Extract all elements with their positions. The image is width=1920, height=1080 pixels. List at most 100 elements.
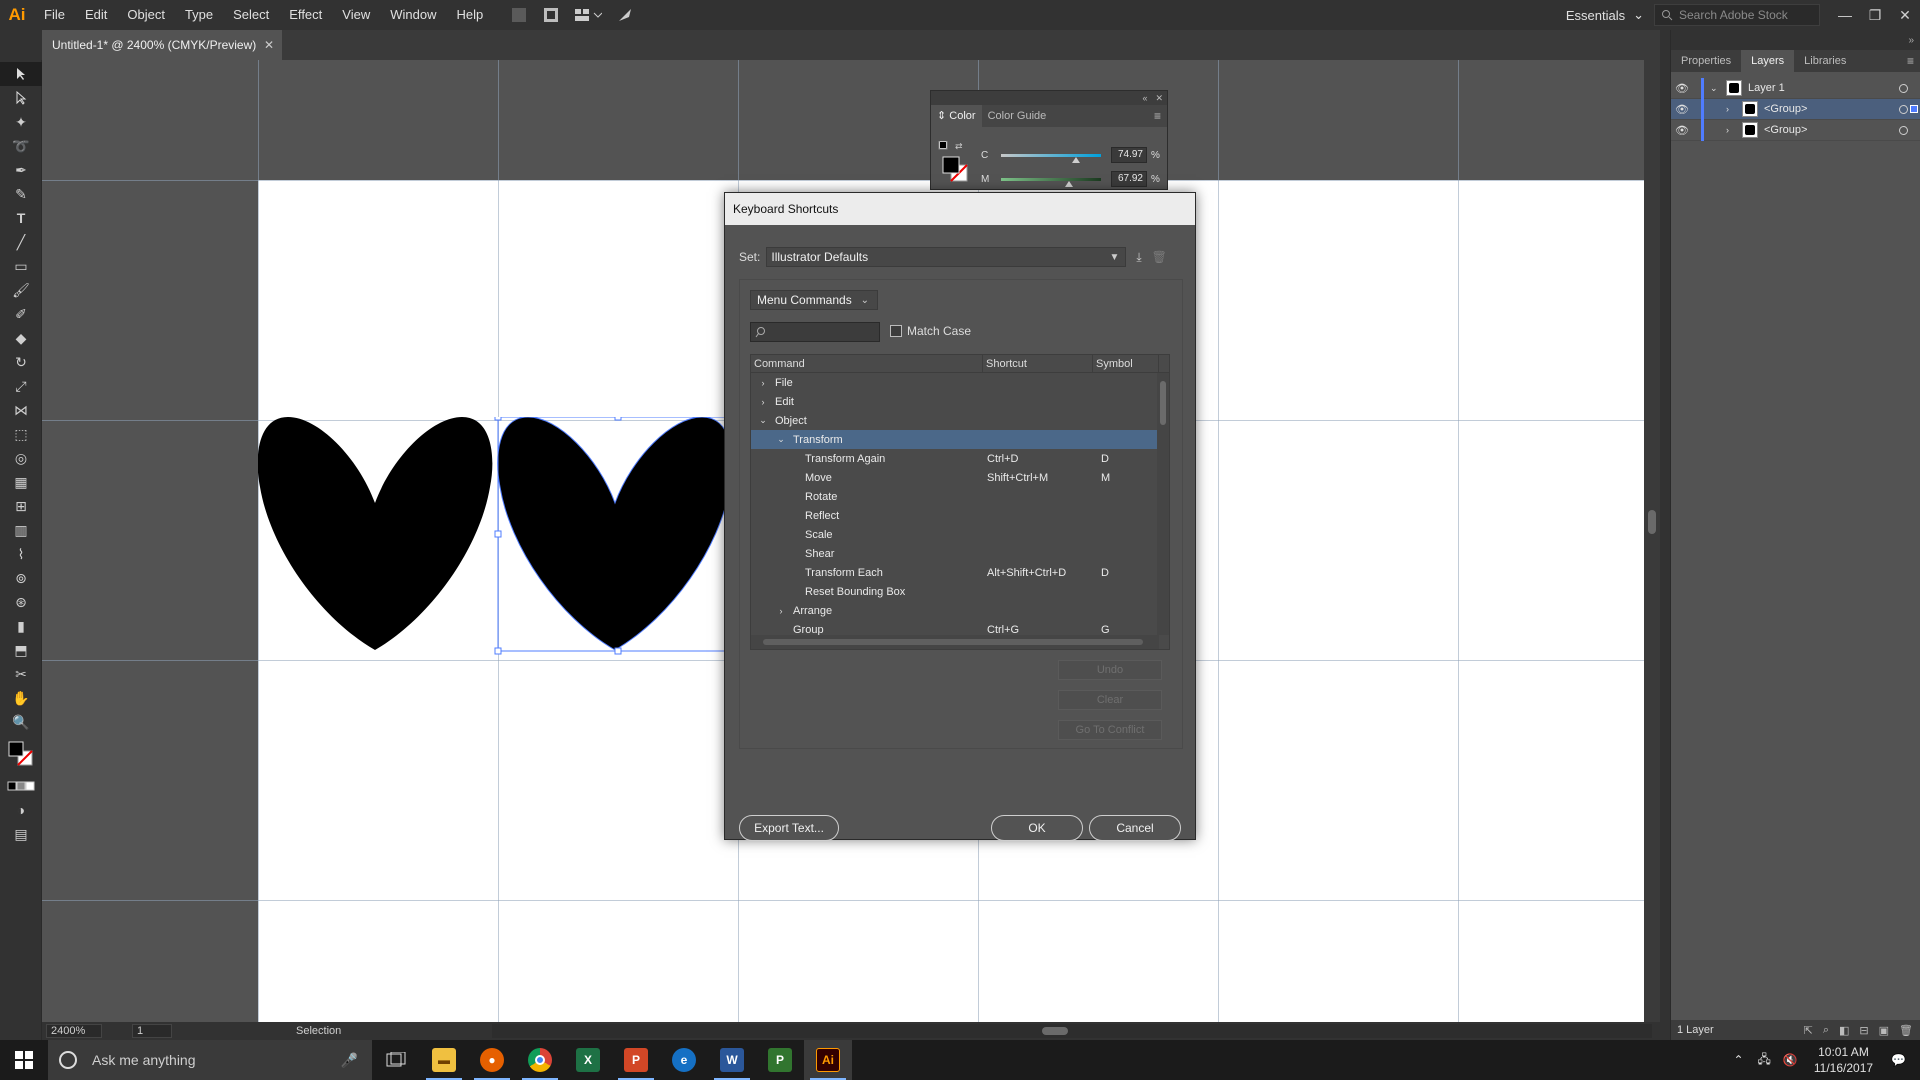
canvas-horizontal-scroll-thumb[interactable]	[1042, 1027, 1068, 1035]
arrange-documents-icon[interactable]	[571, 4, 605, 26]
go-to-conflict-button[interactable]: Go To Conflict	[1058, 720, 1162, 740]
visibility-eye-icon[interactable]: 👁	[1671, 124, 1693, 137]
symbol-cell[interactable]: D	[1097, 453, 1147, 465]
save-set-icon[interactable]: ⤓	[1136, 250, 1141, 265]
cancel-button[interactable]: Cancel	[1089, 815, 1181, 841]
chevron-right-icon[interactable]: ›	[1726, 104, 1742, 114]
file-explorer-icon[interactable]: ▬	[420, 1040, 468, 1080]
column-graph-tool-icon[interactable]: ▮	[0, 614, 42, 638]
paintbrush-tool-icon[interactable]: 🖌	[0, 278, 42, 302]
fill-stroke-swatch-icon[interactable]	[0, 734, 42, 774]
menu-effect[interactable]: Effect	[279, 0, 332, 30]
layer-row-group-2[interactable]: 👁 › <Group>	[1671, 119, 1920, 141]
canvas-vertical-scrollbar[interactable]	[1644, 60, 1660, 1022]
selection-indicator[interactable]	[1910, 105, 1918, 113]
target-circle-icon[interactable]	[1899, 125, 1908, 135]
gradient-tool-icon[interactable]: ▥	[0, 518, 42, 542]
project-icon[interactable]: P	[756, 1040, 804, 1080]
category-dropdown[interactable]: Menu Commands ⌄	[750, 290, 878, 310]
table-row[interactable]: Transform Again Ctrl+D D	[751, 449, 1169, 468]
mesh-tool-icon[interactable]: ⊞	[0, 494, 42, 518]
match-case-box[interactable]	[890, 325, 902, 337]
word-icon[interactable]: W	[708, 1040, 756, 1080]
draw-mode-icon[interactable]: ◑	[0, 798, 42, 822]
chevron-down-icon[interactable]: ⌄	[757, 415, 769, 426]
task-view-icon[interactable]	[372, 1040, 420, 1080]
menu-window[interactable]: Window	[380, 0, 446, 30]
magenta-value-field[interactable]: 67.92	[1111, 171, 1147, 187]
powerpoint-icon[interactable]: P	[612, 1040, 660, 1080]
table-horizontal-scrollbar[interactable]	[751, 635, 1159, 649]
clipping-mask-icon[interactable]: ◧	[1839, 1024, 1849, 1037]
shortcut-cell[interactable]: Alt+Shift+Ctrl+D	[983, 567, 1097, 579]
layer-row-group-1[interactable]: 👁 › <Group>	[1671, 98, 1920, 120]
pen-tool-icon[interactable]: ✒	[0, 158, 42, 182]
tab-color[interactable]: ⇕ Color	[931, 105, 982, 127]
chrome-icon[interactable]	[516, 1040, 564, 1080]
line-tool-icon[interactable]: ╱	[0, 230, 42, 254]
magenta-slider-knob[interactable]	[1064, 180, 1073, 187]
blend-tool-icon[interactable]: ⊚	[0, 566, 42, 590]
free-transform-tool-icon[interactable]: ⬚	[0, 422, 42, 446]
undo-button[interactable]: Undo	[1058, 660, 1162, 680]
color-mode-icon[interactable]	[0, 774, 42, 798]
table-row[interactable]: Reset Bounding Box	[751, 582, 1169, 601]
action-center-icon[interactable]: 💬	[1891, 1053, 1906, 1067]
bounding-box-handle[interactable]	[494, 417, 502, 421]
symbol-cell[interactable]: D	[1097, 567, 1147, 579]
shortcut-cell[interactable]: Ctrl+D	[983, 453, 1097, 465]
restore-button[interactable]: ❐	[1860, 0, 1890, 30]
menu-select[interactable]: Select	[223, 0, 279, 30]
firefox-icon[interactable]: ●	[468, 1040, 516, 1080]
table-row[interactable]: Move Shift+Ctrl+M M	[751, 468, 1169, 487]
command-search-input[interactable]	[750, 322, 880, 342]
menu-file[interactable]: File	[34, 0, 75, 30]
chevron-right-icon[interactable]: ›	[775, 606, 787, 616]
match-case-checkbox[interactable]: Match Case	[890, 324, 971, 338]
column-header-command[interactable]: Command	[751, 355, 983, 372]
clock[interactable]: 10:01 AM 11/16/2017	[1814, 1044, 1873, 1076]
menu-view[interactable]: View	[332, 0, 380, 30]
visibility-eye-icon[interactable]: 👁	[1671, 82, 1693, 95]
direct-selection-tool-icon[interactable]	[0, 86, 42, 110]
bounding-box-handle[interactable]	[494, 647, 502, 655]
table-vertical-scroll-thumb[interactable]	[1160, 381, 1166, 425]
stock-search-input[interactable]: Search Adobe Stock	[1654, 4, 1820, 26]
table-row[interactable]: Reflect	[751, 506, 1169, 525]
cortana-search-box[interactable]: Ask me anything 🎤	[48, 1040, 372, 1080]
ok-button[interactable]: OK	[991, 815, 1083, 841]
close-icon[interactable]: ✕	[1155, 93, 1163, 104]
shape-builder-tool-icon[interactable]: ◎	[0, 446, 42, 470]
artboard-tool-icon[interactable]: ⬒	[0, 638, 42, 662]
panel-menu-icon[interactable]: ≡	[1907, 50, 1920, 72]
bounding-box-handle[interactable]	[494, 530, 502, 538]
excel-icon[interactable]: X	[564, 1040, 612, 1080]
curvature-tool-icon[interactable]: ✎	[0, 182, 42, 206]
selection-tool-icon[interactable]	[0, 62, 42, 86]
shaper-tool-icon[interactable]: ✐	[0, 302, 42, 326]
volume-muted-icon[interactable]: 🔇	[1783, 1053, 1798, 1067]
magenta-slider[interactable]	[1001, 177, 1101, 187]
stock-icon[interactable]	[539, 4, 563, 26]
shortcut-cell[interactable]: Shift+Ctrl+M	[983, 472, 1097, 484]
width-tool-icon[interactable]: ⋈	[0, 398, 42, 422]
cyan-value-field[interactable]: 74.97	[1111, 147, 1147, 163]
menu-type[interactable]: Type	[175, 0, 223, 30]
table-row[interactable]: Scale	[751, 525, 1169, 544]
chevron-down-icon[interactable]: ⌄	[1710, 83, 1726, 94]
table-row[interactable]: Rotate	[751, 487, 1169, 506]
hand-tool-icon[interactable]: ✋	[0, 686, 42, 710]
chevron-right-icon[interactable]: ›	[1726, 125, 1742, 135]
collapse-icon[interactable]: «	[1142, 93, 1147, 103]
screen-mode-icon[interactable]: ▤	[0, 822, 42, 846]
windows-start-icon[interactable]	[0, 1040, 48, 1080]
rotate-tool-icon[interactable]: ↻	[0, 350, 42, 374]
cyan-slider[interactable]	[1001, 153, 1101, 163]
table-horizontal-scroll-thumb[interactable]	[763, 639, 1143, 645]
symbol-cell[interactable]: G	[1097, 624, 1147, 636]
table-row[interactable]: Shear	[751, 544, 1169, 563]
export-assets-icon[interactable]: ⇱	[1804, 1024, 1813, 1037]
menu-object[interactable]: Object	[117, 0, 175, 30]
illustrator-taskbar-icon[interactable]: Ai	[804, 1040, 852, 1080]
bridge-icon[interactable]	[507, 4, 531, 26]
